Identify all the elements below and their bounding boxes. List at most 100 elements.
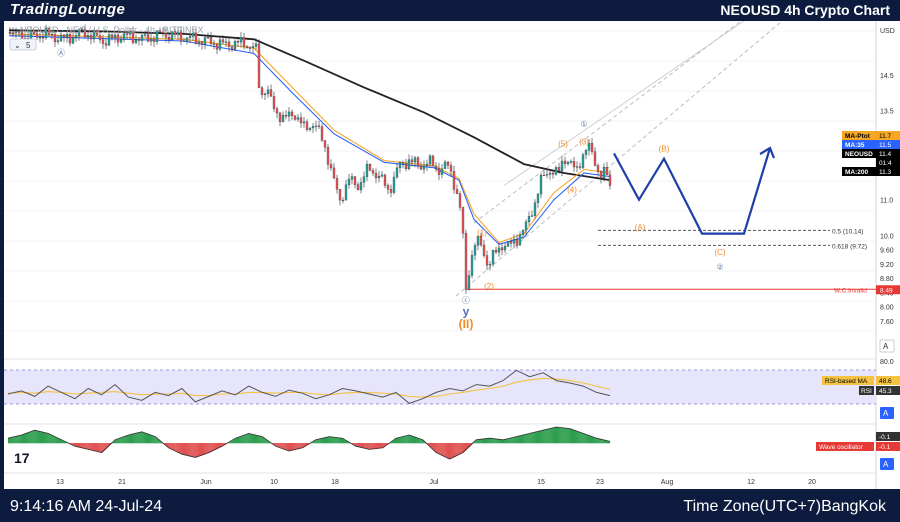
candle-body xyxy=(206,37,210,39)
oscillator-bar xyxy=(580,432,582,444)
oscillator-bar xyxy=(541,430,543,444)
candle-body xyxy=(104,43,108,46)
candle-body xyxy=(197,41,201,44)
oscillator-bar xyxy=(328,436,330,444)
candle-body xyxy=(521,229,525,235)
oscillator-bar xyxy=(10,437,12,444)
oscillator-bar xyxy=(233,439,235,444)
oscillator-bar xyxy=(480,439,482,444)
oscillator-bar xyxy=(323,437,326,444)
timezone-label: Time Zone(UTC+7)BangKok xyxy=(683,498,886,515)
oscillator-bar xyxy=(325,437,328,444)
candle-body xyxy=(245,46,249,49)
oscillator-bar xyxy=(175,443,177,452)
price-tag-label: MA-Ptot xyxy=(845,133,871,140)
oscillator-bar xyxy=(495,438,497,444)
oscillator-bar xyxy=(412,436,414,444)
oscillator-bar xyxy=(15,436,17,444)
auto-scale-icon-2: A xyxy=(883,460,889,469)
oscillator-bar xyxy=(498,439,500,444)
oscillator-bar xyxy=(596,438,598,444)
oscillator-bar xyxy=(296,443,298,450)
oscillator-bar xyxy=(127,435,129,444)
oscillator-bar xyxy=(212,443,214,451)
oscillator-bar xyxy=(327,437,329,444)
oscillator-bar xyxy=(527,433,529,444)
rsi-tick-80: 80.0 xyxy=(880,359,894,366)
chart-area[interactable]: USD 14.513.512.511.010.09.609.208.808.40… xyxy=(4,21,900,489)
oscillator-bar xyxy=(588,435,590,444)
price-chart-svg[interactable]: USD 14.513.512.511.010.09.609.208.808.40… xyxy=(4,21,900,489)
oscillator-bar xyxy=(536,431,539,444)
candle-body xyxy=(293,115,297,120)
oscillator-bar xyxy=(200,443,202,456)
oscillator-bar xyxy=(499,439,501,444)
oscillator-bar xyxy=(245,434,247,444)
y-tick-label: 13.5 xyxy=(880,109,894,116)
oscillator-bar xyxy=(516,436,518,444)
oscillator-bar xyxy=(279,443,281,448)
oscillator-bar xyxy=(564,427,566,444)
oscillator-bar xyxy=(257,435,259,444)
wave-label: (B) xyxy=(659,145,670,154)
oscillator-bar xyxy=(199,443,201,457)
candle-body xyxy=(53,34,57,43)
oscillator-bar xyxy=(99,443,101,453)
oscillator-bar xyxy=(571,429,574,444)
oscillator-bar xyxy=(187,443,189,456)
oscillator-bar xyxy=(180,443,182,455)
oscillator-bar xyxy=(518,436,520,444)
oscillator-bar xyxy=(512,437,514,444)
candle-body xyxy=(380,174,384,177)
candle-body xyxy=(458,193,462,208)
oscillator-bar xyxy=(399,437,401,444)
oscillator-bar xyxy=(206,443,208,454)
oscillator-bar xyxy=(190,443,192,457)
oscillator-bar xyxy=(140,432,142,444)
candle-body xyxy=(575,166,579,168)
oscillator-bar xyxy=(395,438,398,444)
collapse-count: 5 xyxy=(26,41,31,50)
oscillator-bar xyxy=(446,443,448,458)
wave-label: (5) xyxy=(558,139,568,148)
candle-body xyxy=(266,89,270,95)
invalidation-value: 8.49 xyxy=(880,287,893,294)
symbol-info-line[interactable]: NEOUSD · NEO / U.S. Dollar · 4h · BITFIN… xyxy=(20,25,204,35)
candle-body xyxy=(518,234,522,246)
candle-body xyxy=(512,239,516,244)
oscillator-bar xyxy=(87,443,89,450)
oscillator-bar xyxy=(370,443,372,450)
oscillator-bar xyxy=(511,437,513,444)
oscillator-bar xyxy=(125,436,127,444)
oscillator-bar xyxy=(322,438,324,444)
candle-body xyxy=(407,159,411,170)
oscillator-bar xyxy=(196,443,198,458)
oscillator-bar xyxy=(258,435,260,444)
oscillator-bar xyxy=(44,432,46,444)
oscillator-bar xyxy=(501,439,504,444)
oscillator-bar xyxy=(170,443,172,450)
oscillator-bar xyxy=(581,432,583,444)
oscillator-bar xyxy=(17,435,19,444)
candle-body xyxy=(383,174,387,186)
oscillator-bar xyxy=(572,429,575,444)
oscillator-bar xyxy=(456,443,458,456)
oscillator-bar xyxy=(51,434,53,444)
wave-label: (2) xyxy=(484,282,494,291)
oscillator-bar xyxy=(507,438,509,444)
oscillator-bar xyxy=(579,431,581,444)
oscillator-bar xyxy=(592,436,594,444)
oscillator-bar xyxy=(179,443,181,454)
candle-body xyxy=(404,163,408,170)
oscillator-bar xyxy=(401,436,403,444)
oscillator-bar xyxy=(145,433,147,444)
candle-body xyxy=(227,41,231,47)
oscillator-bar xyxy=(378,443,380,449)
candle-body xyxy=(536,193,540,203)
candle-body xyxy=(413,157,417,163)
oscillator-bar xyxy=(278,443,280,448)
oscillator-bar xyxy=(557,427,559,444)
oscillator-bar xyxy=(477,439,479,444)
oscillator-bar xyxy=(476,439,478,444)
oscillator-bar xyxy=(287,443,290,451)
